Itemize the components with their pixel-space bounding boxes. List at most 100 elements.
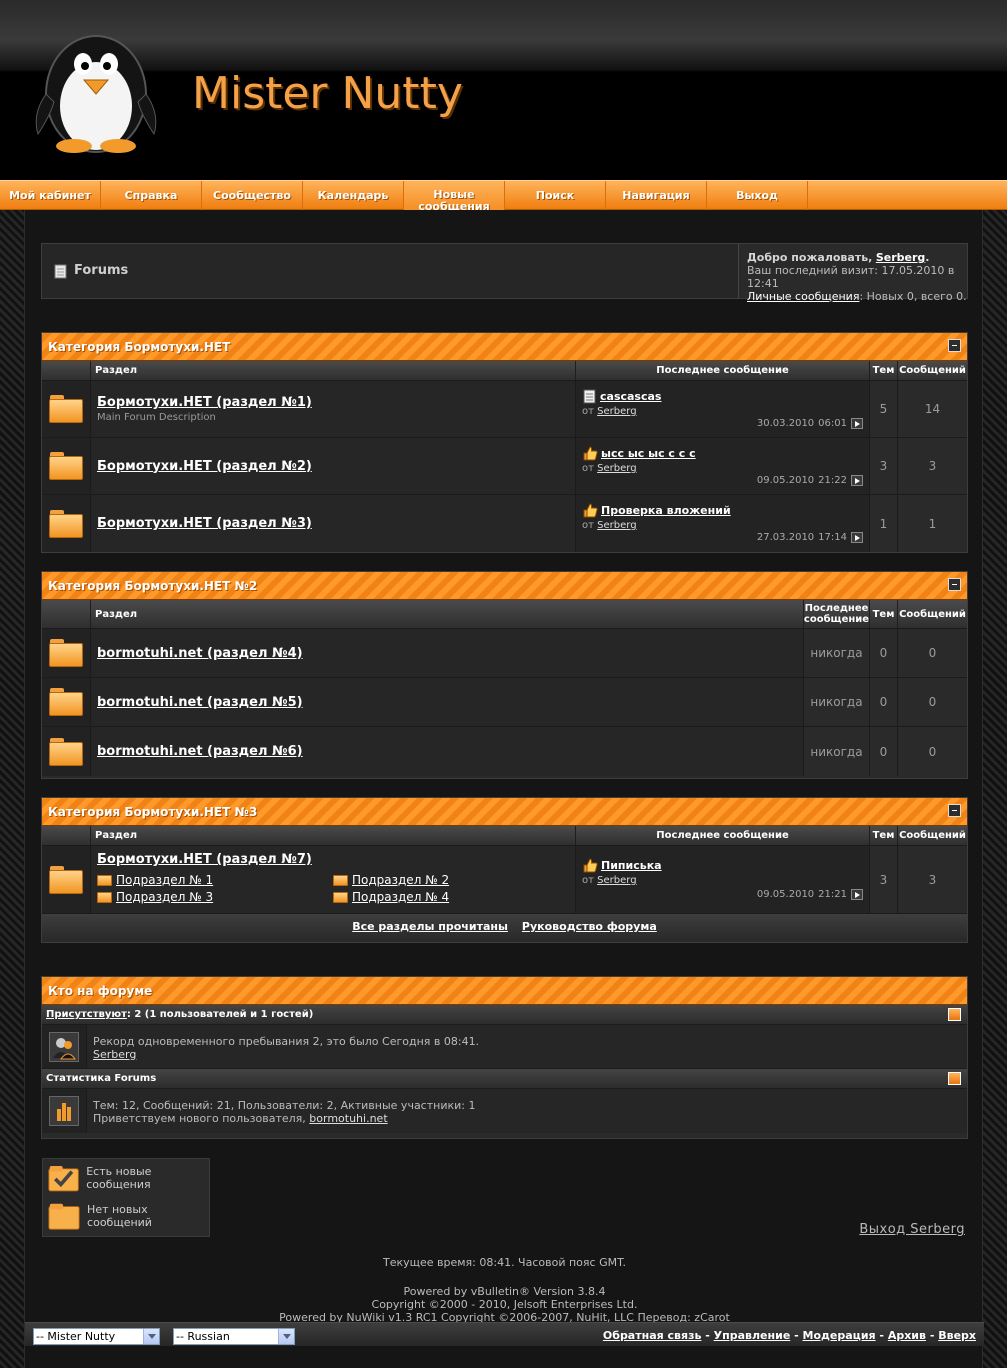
nav-community[interactable]: Сообщество [202, 181, 303, 211]
last-post-cell: cascascas от Serberg 30.03.2010 06:01 [576, 381, 870, 437]
footer-link-top[interactable]: Вверх [938, 1329, 976, 1342]
powered-by-text: Powered by vBulletin® Version 3.8.4 [403, 1285, 606, 1298]
whos-online-header: Кто на форуме [42, 977, 967, 1005]
last-post-author-link[interactable]: Serberg [597, 406, 636, 417]
by-label: от [582, 463, 594, 474]
last-post-title-link[interactable]: ысс ыс ыс с с с [601, 447, 696, 460]
forum-title-link[interactable]: bormotuhi.net (раздел №4) [97, 646, 797, 661]
current-time-text: Текущее время: 08:41. Часовой пояс GMT. [382, 1256, 626, 1269]
forum-bottom-links: Все разделы прочитаны Руководство форума [42, 914, 967, 939]
goto-last-post-icon[interactable] [851, 418, 863, 429]
page-title[interactable]: Forums [74, 263, 128, 278]
collapse-icon[interactable] [948, 804, 961, 817]
goto-last-post-icon[interactable] [851, 889, 863, 900]
mark-all-read-link[interactable]: Все разделы прочитаны [352, 920, 508, 933]
thread-count: 5 [870, 381, 898, 437]
subforum-link[interactable]: Подраздел № 3 [97, 890, 333, 904]
thread-count: 0 [870, 629, 898, 677]
last-post-date: 09.05.2010 [756, 889, 815, 900]
nav-search[interactable]: Поиск [505, 181, 606, 211]
forum-status-icon [42, 846, 91, 913]
nav-calendar[interactable]: Календарь [303, 181, 404, 211]
forum-title-link[interactable]: bormotuhi.net (раздел №6) [97, 744, 797, 759]
forum-title-link[interactable]: Бормотухи.НЕТ (раздел №2) [97, 459, 569, 474]
footer-link-admin[interactable]: Управление [714, 1329, 791, 1342]
breadcrumb-panel: Forums Добро пожаловать, Serberg. Ваш по… [41, 243, 968, 303]
header-posts: Сообщений [899, 365, 966, 376]
footer-bar: -- Mister Nutty -- Russian Обратная связ… [25, 1322, 984, 1346]
expand-icon[interactable] [948, 1072, 961, 1085]
style-select[interactable]: -- Mister Nutty [33, 1328, 160, 1345]
subforum-link[interactable]: Подраздел № 2 [333, 873, 569, 887]
chevron-down-icon[interactable] [143, 1329, 159, 1344]
category-title[interactable]: Категория Бормотухи.НЕТ [48, 340, 230, 354]
header-last-post: Последнее сообщение [804, 600, 870, 628]
header-icon-col [42, 600, 91, 628]
forum-row: bormotuhi.net (раздел №4) никогда 0 0 [42, 629, 967, 678]
category-3: Категория Бормотухи.НЕТ №3 Раздел Послед… [41, 797, 968, 943]
footer-link-contact[interactable]: Обратная связь [603, 1329, 702, 1342]
expand-icon[interactable] [948, 1008, 961, 1021]
forum-status-icon [42, 727, 91, 776]
table-header: Раздел Последнее сообщение Тем Сообщений [42, 361, 967, 381]
collapse-icon[interactable] [948, 339, 961, 352]
site-header: Mister Nutty [0, 0, 1007, 180]
thumbs-up-icon [583, 446, 598, 461]
post-count: 0 [898, 629, 967, 677]
footer-link-archive[interactable]: Архив [888, 1329, 926, 1342]
forum-cell: bormotuhi.net (раздел №6) [91, 727, 804, 776]
forum-title-link[interactable]: Бормотухи.НЕТ (раздел №1) [97, 395, 569, 410]
whos-online-title[interactable]: Кто на форуме [48, 984, 152, 998]
last-post-title-link[interactable]: Пиписька [601, 859, 662, 872]
online-users-bar: Присутствуют: 2 (1 пользователей и 1 гос… [42, 1005, 967, 1025]
logout-user-link[interactable]: Выход Serberg [859, 1222, 965, 1237]
subforum-link[interactable]: Подраздел № 4 [333, 890, 569, 904]
header-forum: Раздел [91, 826, 576, 845]
new-user-link[interactable]: bormotuhi.net [309, 1112, 387, 1125]
nav-logout[interactable]: Выход [707, 181, 808, 211]
present-label[interactable]: Присутствуют [46, 1009, 127, 1020]
forum-leaders-link[interactable]: Руководство форума [522, 920, 657, 933]
subforum-link[interactable]: Подраздел № 1 [97, 873, 333, 887]
forum-row: Бормотухи.НЕТ (раздел №7) Подраздел № 1 … [42, 846, 967, 914]
breadcrumb: Forums [42, 244, 739, 298]
category-header: Категория Бормотухи.НЕТ №2 [42, 572, 967, 600]
penguin-logo[interactable] [30, 24, 162, 156]
online-user-link[interactable]: Serberg [93, 1048, 136, 1061]
footer-link-moderation[interactable]: Модерация [803, 1329, 876, 1342]
collapse-icon[interactable] [948, 578, 961, 591]
nav-my-cabinet[interactable]: Мой кабинет [0, 181, 101, 211]
nav-navigation[interactable]: Навигация [606, 181, 707, 211]
category-title[interactable]: Категория Бормотухи.НЕТ №2 [48, 579, 257, 593]
forum-title-link[interactable]: Бормотухи.НЕТ (раздел №3) [97, 516, 569, 531]
nav-help[interactable]: Справка [101, 181, 202, 211]
header-threads: Тем [870, 361, 898, 380]
online-users-row: Рекорд одновременного пребывания 2, это … [42, 1025, 967, 1069]
last-post-author-link[interactable]: Serberg [597, 875, 636, 886]
last-post-title-link[interactable]: cascascas [600, 390, 661, 403]
right-pattern [983, 210, 1007, 1368]
goto-last-post-icon[interactable] [851, 532, 863, 543]
last-post-author-link[interactable]: Serberg [597, 463, 636, 474]
forum-title-link[interactable]: Бормотухи.НЕТ (раздел №7) [97, 852, 569, 867]
forum-title-link[interactable]: bormotuhi.net (раздел №5) [97, 695, 797, 710]
language-select-value: -- Russian [176, 1330, 230, 1343]
goto-last-post-icon[interactable] [851, 475, 863, 486]
header-posts: Сообщений [899, 830, 966, 841]
header-threads: Тем [870, 826, 898, 845]
chevron-down-icon[interactable] [278, 1329, 294, 1344]
language-select[interactable]: -- Russian [173, 1328, 295, 1345]
private-messages-link[interactable]: Личные сообщения [747, 290, 859, 303]
last-post-author-link[interactable]: Serberg [597, 520, 636, 531]
last-post-title-link[interactable]: Проверка вложений [601, 504, 731, 517]
post-count: 0 [898, 678, 967, 726]
last-visit-text: Ваш последний визит: 17.05.2010 в 12:41 [747, 264, 955, 290]
style-select-value: -- Mister Nutty [36, 1330, 116, 1343]
site-logo-text[interactable]: Mister Nutty [192, 68, 463, 119]
legend-new-posts-label: Есть новые сообщения [86, 1165, 152, 1191]
legend-no-new-posts-label: Нет новых сообщений [87, 1203, 152, 1229]
welcome-username-link[interactable]: Serberg [876, 251, 925, 264]
legend-no-new-posts: Нет новых сообщений [43, 1197, 209, 1235]
category-title[interactable]: Категория Бормотухи.НЕТ №3 [48, 805, 257, 819]
forum-row: Бормотухи.НЕТ (раздел №3) Проверка вложе… [42, 495, 967, 552]
